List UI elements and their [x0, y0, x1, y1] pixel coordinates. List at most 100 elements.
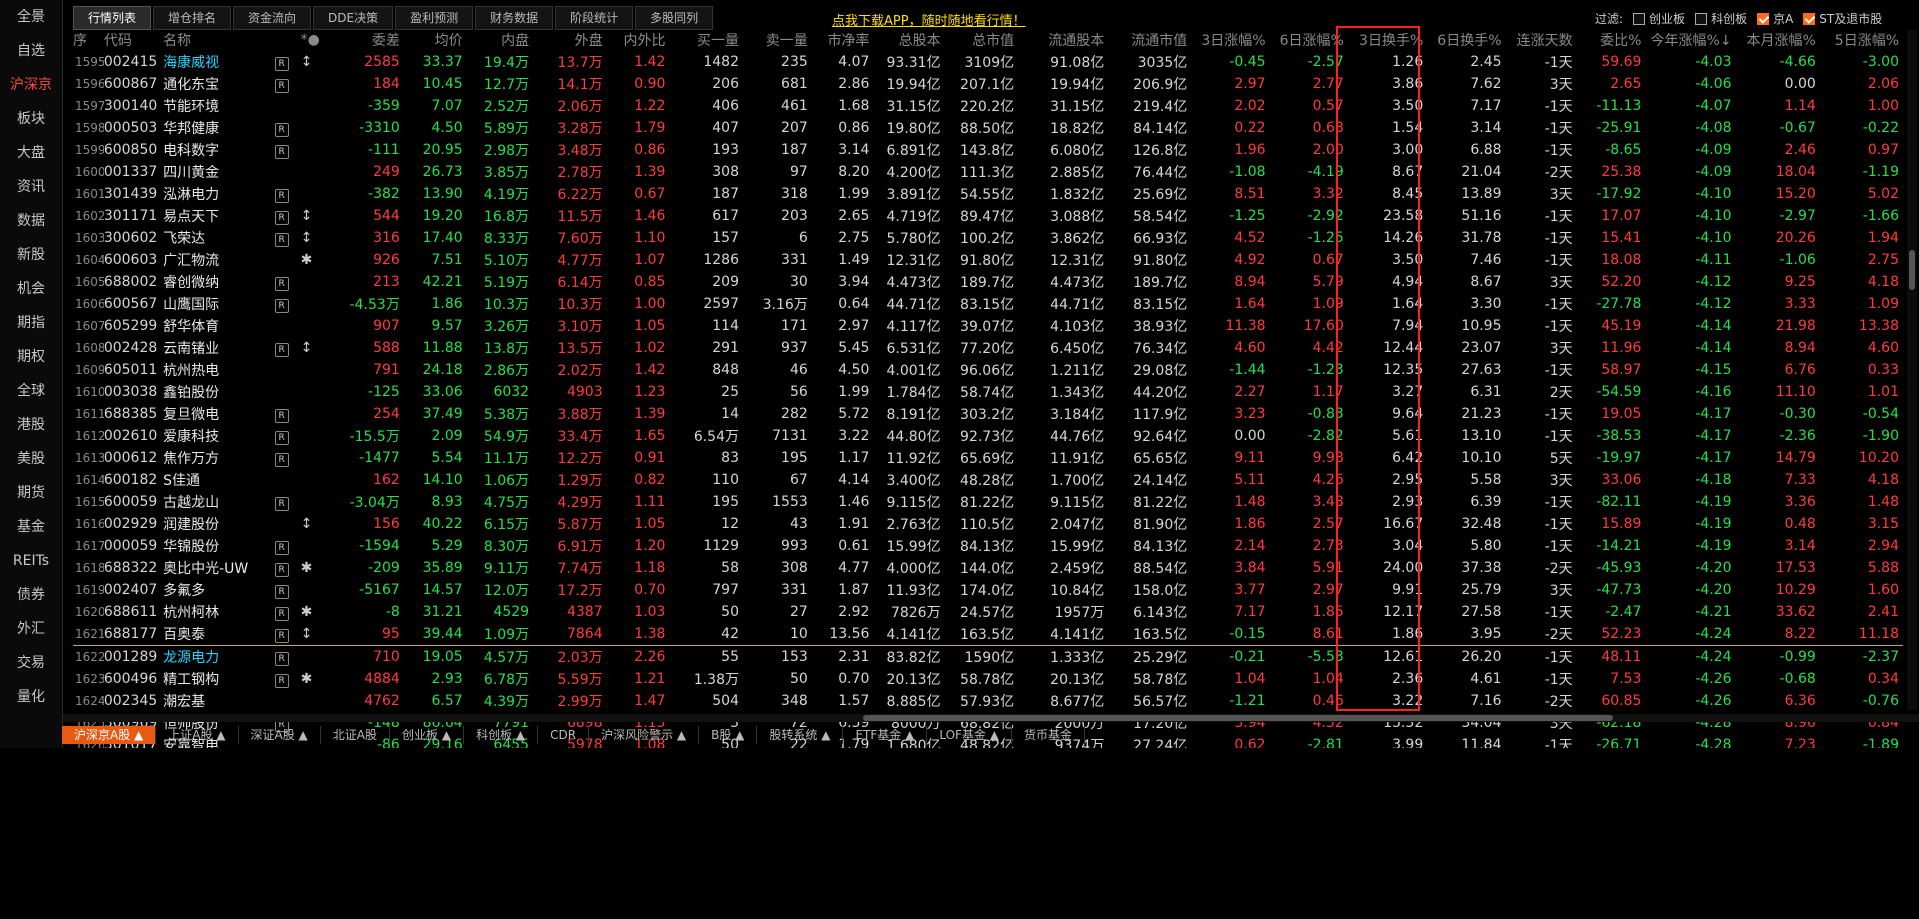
stock-name[interactable]: 爱康科技 [163, 425, 274, 447]
table-row[interactable]: 1624 002345 潮宏基 4762 6.57 4.39万 2.99万 1.47 504 34… [73, 690, 1903, 712]
column-header[interactable]: 内盘 [467, 29, 533, 51]
sidebar-item[interactable]: 量化 [0, 680, 62, 714]
table-row[interactable]: 1613 000612 焦作万方 R -1477 5.54 11.1万 12.2万 0.91 83… [73, 447, 1903, 469]
checkbox-icon[interactable] [1633, 12, 1646, 25]
filter-checkbox[interactable]: ST及退市股 [1803, 10, 1882, 27]
table-row[interactable]: 1621 688177 百奥泰 R ↕ 95 39.44 1.09万 7864 1.38 42 10 1… [73, 623, 1903, 646]
market-tab[interactable]: 科创板 ▲ [464, 726, 539, 744]
stock-name[interactable]: S佳通 [163, 469, 274, 491]
tab-6[interactable]: 阶段统计 [555, 6, 634, 30]
promo-link[interactable]: 点我下载APP，随时随地看行情！ [832, 10, 1026, 29]
table-row[interactable]: 1616 002929 润建股份 ↕ 156 40.22 6.15万 5.87万 1.05 12 4… [73, 513, 1903, 535]
stock-name[interactable]: 四川黄金 [163, 161, 274, 183]
table-row[interactable]: 1619 002407 多氟多 R -5167 14.57 12.0万 17.2万 0.70 79… [73, 579, 1903, 601]
table-row[interactable]: 1595 002415 海康威视 R ↕ 2585 33.37 19.4万 13.7万 1.42 1… [73, 51, 1903, 73]
sidebar-item[interactable]: 新股 [0, 238, 62, 272]
checkbox-icon[interactable] [1803, 12, 1816, 25]
sidebar-item[interactable]: 自选 [0, 34, 62, 68]
stock-name[interactable]: 焦作万方 [163, 447, 274, 469]
sidebar-item[interactable]: 外汇 [0, 612, 62, 646]
tab-1[interactable]: 增仓排名 [153, 6, 232, 30]
column-header[interactable]: 委差 [327, 29, 404, 51]
column-header[interactable]: 6日换手% [1427, 29, 1505, 51]
stock-name[interactable]: 通化东宝 [163, 73, 274, 95]
stock-name[interactable]: 古越龙山 [163, 491, 274, 513]
sidebar-item[interactable]: 全景 [0, 0, 62, 34]
table-row[interactable]: 1614 600182 S佳通 162 14.10 1.06万 1.29万 0.82 110 67… [73, 469, 1903, 491]
table-row[interactable]: 1610 003038 鑫铂股份 -125 33.06 6032 4903 1.23 25 56 1… [73, 381, 1903, 403]
column-header[interactable]: *● [301, 29, 327, 51]
stock-name[interactable]: 精工钢构 [163, 668, 274, 690]
column-header[interactable]: 均价 [404, 29, 467, 51]
sidebar-item[interactable]: 沪深京 [0, 68, 62, 102]
market-tab[interactable]: ETF基金 ▲ [843, 726, 928, 744]
stock-name[interactable]: 百奥泰 [163, 623, 274, 646]
stock-name[interactable]: 海康威视 [163, 51, 274, 73]
table-row[interactable]: 1601 301439 泓淋电力 R -382 13.90 4.19万 6.22万 0.67 18… [73, 183, 1903, 205]
stock-name[interactable]: 复旦微电 [163, 403, 274, 425]
column-header[interactable]: 内外比 [607, 29, 670, 51]
filter-checkbox[interactable]: 科创板 [1695, 10, 1747, 27]
stock-name[interactable]: 飞荣达 [163, 227, 274, 249]
column-header[interactable]: 买一量 [669, 29, 743, 51]
tab-0[interactable]: 行情列表 [73, 6, 152, 30]
stock-name[interactable]: 泓淋电力 [163, 183, 274, 205]
market-tab[interactable]: LOF基金 ▲ [927, 726, 1012, 744]
column-header[interactable]: 序 [73, 29, 104, 51]
market-tab[interactable]: 创业板 ▲ [390, 726, 465, 744]
tab-3[interactable]: DDE决策 [313, 6, 394, 30]
table-row[interactable]: 1623 600496 精工钢构 R ✱ 4884 2.93 6.78万 5.59万 1.21 1.… [73, 668, 1903, 690]
stock-name[interactable]: 广汇物流 [163, 249, 274, 271]
horizontal-scrollbar[interactable] [63, 714, 1919, 722]
column-header[interactable]: 委比% [1577, 29, 1646, 51]
stock-name[interactable]: 易点天下 [163, 205, 274, 227]
market-tab[interactable]: 货币基金 [1012, 726, 1085, 744]
column-header[interactable]: 名称 [163, 29, 274, 51]
table-row[interactable]: 1617 000059 华锦股份 R -1594 5.29 8.30万 6.91万 1.20 11… [73, 535, 1903, 557]
table-row[interactable]: 1606 600567 山鹰国际 R -4.53万 1.86 10.3万 10.3万 1.00 2… [73, 293, 1903, 315]
table-row[interactable]: 1622 001289 龙源电力 R 710 19.05 4.57万 2.03万 2.26 55 1… [73, 645, 1903, 668]
table-row[interactable]: 1620 688611 杭州柯林 R ✱ -8 31.21 4529 4387 1.03 50 27 2… [73, 601, 1903, 623]
table-row[interactable]: 1598 000503 华邦健康 R -3310 4.50 5.89万 3.28万 1.79 40… [73, 117, 1903, 139]
stock-name[interactable]: 舒华体育 [163, 315, 274, 337]
market-tab[interactable]: 沪深风险警示 ▲ [589, 726, 700, 744]
filter-checkbox[interactable]: 创业板 [1633, 10, 1685, 27]
scroll-thumb[interactable] [863, 715, 1613, 721]
stock-name[interactable]: 电科数字 [163, 139, 274, 161]
stock-name[interactable]: 节能环境 [163, 95, 274, 117]
vertical-scrollbar[interactable] [1907, 30, 1917, 710]
sidebar-item[interactable]: 基金 [0, 510, 62, 544]
market-tab[interactable]: 上证A股 ▲ [156, 726, 239, 744]
tab-4[interactable]: 盈利预测 [395, 6, 474, 30]
table-row[interactable]: 1609 605011 杭州热电 791 24.18 2.86万 2.02万 1.42 848 4… [73, 359, 1903, 381]
sidebar-item[interactable]: 债券 [0, 578, 62, 612]
column-header[interactable]: 6日涨幅% [1270, 29, 1348, 51]
column-header[interactable]: 3日涨幅% [1191, 29, 1269, 51]
filter-checkbox[interactable]: 京A [1757, 10, 1793, 27]
table-row[interactable]: 1596 600867 通化东宝 R 184 10.45 12.7万 14.1万 0.90 206… [73, 73, 1903, 95]
sidebar-item[interactable]: 数据 [0, 204, 62, 238]
market-tab[interactable]: B股 ▲ [699, 726, 758, 744]
sidebar-item[interactable]: 大盘 [0, 136, 62, 170]
tab-5[interactable]: 财务数据 [475, 6, 554, 30]
sidebar-item[interactable]: 期权 [0, 340, 62, 374]
sidebar-item[interactable]: 港股 [0, 408, 62, 442]
sidebar-item[interactable]: 期货 [0, 476, 62, 510]
tab-7[interactable]: 多股同列 [635, 6, 714, 30]
stock-name[interactable]: 多氟多 [163, 579, 274, 601]
column-header[interactable]: 连涨天数 [1506, 29, 1577, 51]
column-header[interactable]: 市净率 [812, 29, 874, 51]
sidebar-item[interactable]: 期指 [0, 306, 62, 340]
sidebar-item[interactable]: 美股 [0, 442, 62, 476]
column-header[interactable] [275, 29, 301, 51]
sidebar-item[interactable]: 全球 [0, 374, 62, 408]
market-tab[interactable]: CDR [538, 726, 590, 744]
sidebar-item[interactable]: REITs [0, 544, 62, 578]
column-header[interactable]: 卖一量 [743, 29, 812, 51]
stock-name[interactable]: 杭州柯林 [163, 601, 274, 623]
table-row[interactable]: 1600 001337 四川黄金 249 26.73 3.85万 2.78万 1.39 308 9… [73, 161, 1903, 183]
table-row[interactable]: 1608 002428 云南锗业 R ↕ 588 11.88 13.8万 13.5万 1.02 29… [73, 337, 1903, 359]
stock-name[interactable]: 杭州热电 [163, 359, 274, 381]
stock-name[interactable]: 奥比中光-UW [163, 557, 274, 579]
market-tab[interactable]: 股转系统 ▲ [757, 726, 844, 744]
